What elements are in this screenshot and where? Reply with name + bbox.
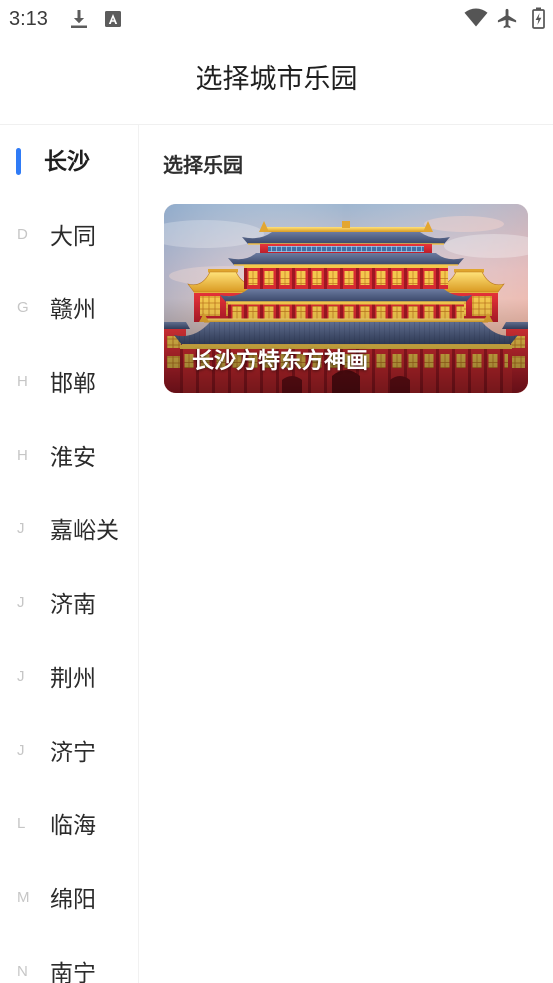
index-letter: J <box>17 667 25 685</box>
battery-charging-icon <box>532 7 545 29</box>
city-label: 长沙 <box>44 149 90 175</box>
index-letter: D <box>17 225 28 243</box>
section-title: 选择乐园 <box>163 153 243 177</box>
city-label: 济南 <box>50 592 96 619</box>
selected-indicator <box>16 148 21 175</box>
city-label: 淮安 <box>50 444 96 471</box>
park-card[interactable]: 长沙方特东方神画 <box>164 204 528 393</box>
download-icon <box>71 10 87 28</box>
status-bar: 3:13 <box>0 0 553 40</box>
city-label: 大同 <box>50 223 96 250</box>
index-letter: J <box>17 520 25 538</box>
index-letter: M <box>17 888 30 906</box>
index-letter: L <box>17 815 26 833</box>
index-letter: H <box>17 446 28 464</box>
city-item-jingzhou[interactable]: J 荆州 <box>0 641 138 715</box>
index-letter: H <box>17 373 28 391</box>
city-park-picker-screen: 3:13 选择城市乐园 长沙 D 大同 G 赣州 H 邯郸 H 淮安 J 嘉峪关… <box>0 0 553 983</box>
index-letter: J <box>17 741 25 759</box>
city-item-mianyang[interactable]: M 绵阳 <box>0 862 138 936</box>
park-name: 长沙方特东方神画 <box>192 349 369 374</box>
city-item-huaian[interactable]: H 淮安 <box>0 420 138 494</box>
city-label: 嘉峪关 <box>50 518 119 545</box>
city-sidebar: 长沙 D 大同 G 赣州 H 邯郸 H 淮安 J 嘉峪关 J 济南 J 荆州 J… <box>0 125 139 983</box>
page-title: 选择城市乐园 <box>195 64 358 95</box>
city-item-handan[interactable]: H 邯郸 <box>0 346 138 420</box>
city-item-ganzhou[interactable]: G 赣州 <box>0 272 138 346</box>
city-label: 绵阳 <box>50 886 96 913</box>
city-label: 临海 <box>50 813 96 840</box>
airplane-mode-icon <box>497 8 517 29</box>
city-item-changsha[interactable]: 长沙 <box>0 125 138 199</box>
park-list-panel: 选择乐园 长沙方特东方神画 <box>140 125 553 983</box>
wifi-icon <box>464 8 488 27</box>
city-item-jining[interactable]: J 济宁 <box>0 715 138 789</box>
city-label: 赣州 <box>50 297 96 324</box>
city-item-jinan[interactable]: J 济南 <box>0 567 138 641</box>
city-label: 邯郸 <box>50 371 96 398</box>
city-label: 南宁 <box>50 960 96 983</box>
city-item-datong[interactable]: D 大同 <box>0 199 138 273</box>
font-a-icon <box>105 11 121 27</box>
top-app-bar: 选择城市乐园 <box>0 40 553 125</box>
index-letter: J <box>17 594 25 612</box>
city-item-jiayuguan[interactable]: J 嘉峪关 <box>0 493 138 567</box>
city-item-linhai[interactable]: L 临海 <box>0 788 138 862</box>
index-letter: N <box>17 962 28 980</box>
city-label: 荆州 <box>50 665 96 692</box>
city-item-nanning[interactable]: N 南宁 <box>0 936 138 983</box>
index-letter: G <box>17 299 29 317</box>
status-time: 3:13 <box>9 8 48 30</box>
city-label: 济宁 <box>50 739 96 766</box>
